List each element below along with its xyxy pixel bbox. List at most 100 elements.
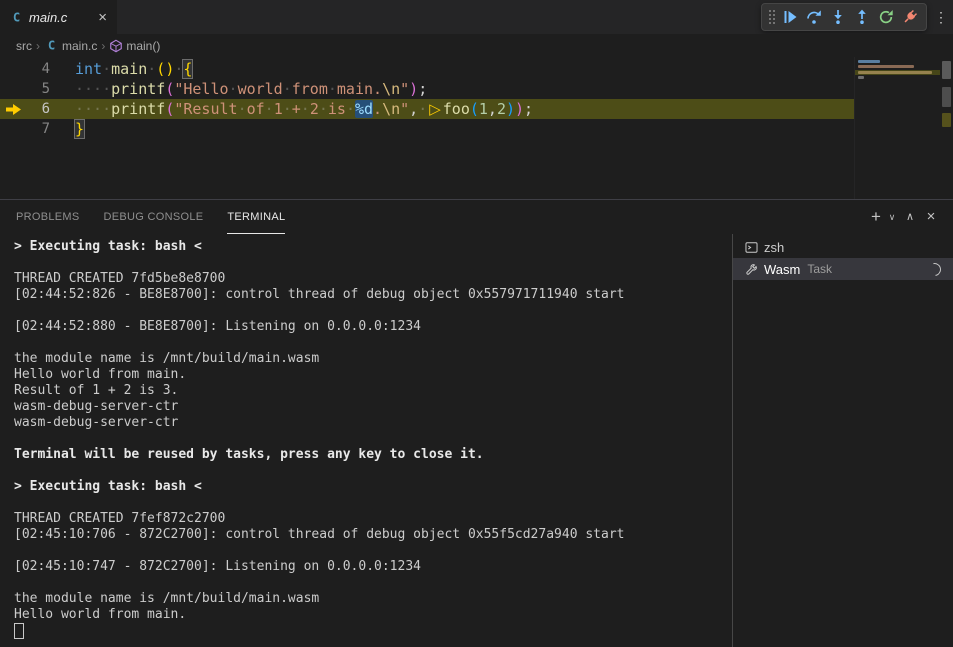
symbol-method-icon	[109, 39, 123, 53]
breadcrumb-item-main[interactable]: main()	[109, 39, 160, 53]
terminal-line: > Executing task: bash <	[14, 479, 731, 495]
breadcrumb-label: src	[16, 39, 32, 53]
c-file-icon: C	[44, 38, 59, 53]
terminal-icon	[745, 241, 758, 254]
terminal-line	[14, 543, 731, 559]
code-text: }	[50, 119, 84, 139]
terminal-line: [02:45:10:706 - 872C2700]: control threa…	[14, 527, 731, 543]
terminal-line: the module name is /mnt/build/main.wasm	[14, 351, 731, 367]
breadcrumb-label: main()	[126, 39, 160, 53]
vscode-window: C main.c × ⋮ src›Cmain.c›main() 4int·mai…	[0, 0, 953, 647]
breakpoint-gutter[interactable]	[0, 119, 26, 139]
panel-actions: +∨∧×	[867, 200, 941, 234]
disconnect-button[interactable]	[898, 5, 922, 29]
code-line-6[interactable]: 6····printf("Result·of·1·+·2·is·%d.\n",·…	[0, 99, 855, 119]
overview-ruler-mark	[942, 113, 951, 127]
code-editor[interactable]: 4int·main·()·{5····printf("Hello·world·f…	[0, 57, 953, 199]
overview-ruler-mark	[942, 87, 951, 107]
terminal-line	[14, 463, 731, 479]
overview-ruler[interactable]	[940, 57, 953, 199]
panel-tab-terminal[interactable]: TERMINAL	[227, 200, 285, 234]
terminal-list-item-zsh[interactable]: zsh	[733, 236, 953, 258]
terminal-output[interactable]: > Executing task: bash < THREAD CREATED …	[0, 239, 731, 647]
terminal-list: zsh WasmTask	[732, 234, 953, 647]
svg-text:C: C	[12, 10, 19, 24]
close-panel-button[interactable]: ×	[921, 209, 941, 225]
step-into-button[interactable]	[826, 5, 850, 29]
step-over-button[interactable]	[802, 5, 826, 29]
minimap-line	[858, 65, 914, 68]
minimap-line	[858, 71, 932, 74]
editor-lines: 4int·main·()·{5····printf("Hello·world·f…	[0, 59, 855, 139]
drag-grip-icon	[768, 8, 776, 26]
code-text: ····printf("Result·of·1·+·2·is·%d.\n",·▷…	[50, 99, 533, 119]
terminal-line: wasm-debug-server-ctr	[14, 399, 731, 415]
terminal-line	[14, 255, 731, 271]
terminal-item-label: zsh	[764, 240, 784, 255]
editor-more-actions-icon[interactable]: ⋮	[933, 9, 949, 26]
code-line-5[interactable]: 5····printf("Hello·world·from·main.\n");	[0, 79, 855, 99]
panel-tab-problems[interactable]: PROBLEMS	[16, 200, 80, 234]
line-number: 5	[26, 79, 50, 99]
breadcrumb: src›Cmain.c›main()	[0, 34, 953, 57]
terminal-line: Hello world from main.	[14, 367, 731, 383]
disconnect-icon	[902, 9, 918, 25]
minimap[interactable]	[854, 57, 940, 199]
maximize-panel-button[interactable]: ∧	[899, 209, 921, 225]
breadcrumb-label: main.c	[62, 39, 97, 53]
bottom-panel: PROBLEMS DEBUG CONSOLE TERMINAL +∨∧× > Exe…	[0, 199, 953, 647]
terminal-line	[14, 575, 731, 591]
code-line-7[interactable]: 7}	[0, 119, 855, 139]
terminal-launch-dropdown-button[interactable]: ∨	[885, 209, 899, 225]
tab-close-icon[interactable]: ×	[96, 10, 109, 25]
minimap-line	[858, 60, 880, 63]
panel-body: > Executing task: bash < THREAD CREATED …	[0, 234, 953, 647]
step-into-icon	[830, 9, 846, 25]
terminal-line: wasm-debug-server-ctr	[14, 415, 731, 431]
minimap-line	[858, 76, 864, 79]
terminal-line: [02:44:52:880 - BE8E8700]: Listening on …	[14, 319, 731, 335]
overview-ruler-mark	[942, 61, 951, 79]
terminal-line: Result of 1 + 2 is 3.	[14, 383, 731, 399]
line-number: 7	[26, 119, 50, 139]
continue-icon	[782, 9, 798, 25]
restart-button[interactable]	[874, 5, 898, 29]
line-number: 4	[26, 59, 50, 79]
terminal-line	[14, 623, 731, 639]
terminal-list-item-wasm[interactable]: WasmTask	[733, 258, 953, 280]
panel-header: PROBLEMS DEBUG CONSOLE TERMINAL +∨∧×	[0, 200, 953, 234]
tab-title: main.c	[29, 10, 96, 25]
continue-button[interactable]	[778, 5, 802, 29]
code-line-4[interactable]: 4int·main·()·{	[0, 59, 855, 79]
panel-tab-debug-console[interactable]: DEBUG CONSOLE	[104, 200, 204, 234]
panel-tabs: PROBLEMS DEBUG CONSOLE TERMINAL	[16, 200, 309, 234]
terminal-line	[14, 431, 731, 447]
breadcrumb-item-main-c[interactable]: Cmain.c	[44, 38, 97, 53]
drag-grip[interactable]	[766, 5, 778, 29]
debug-current-line-arrow[interactable]	[0, 99, 26, 119]
terminal-line: [02:45:10:747 - 872C2700]: Listening on …	[14, 559, 731, 575]
terminal-line: THREAD CREATED 7fd5be8e8700	[14, 271, 731, 287]
breakpoint-gutter[interactable]	[0, 79, 26, 99]
breadcrumb-separator: ›	[32, 39, 44, 53]
terminal-line	[14, 303, 731, 319]
breadcrumb-separator: ›	[97, 39, 109, 53]
task-running-spinner-icon	[925, 260, 943, 278]
code-text: ····printf("Hello·world·from·main.\n");	[50, 79, 427, 99]
step-over-icon	[806, 9, 822, 25]
breadcrumb-item-src[interactable]: src	[16, 39, 32, 53]
svg-text:C: C	[48, 39, 55, 53]
tab-main-c[interactable]: C main.c ×	[0, 0, 118, 34]
step-out-button[interactable]	[850, 5, 874, 29]
tools-icon	[745, 263, 758, 276]
breakpoint-gutter[interactable]	[0, 59, 26, 79]
terminal-line: [02:44:52:826 - BE8E8700]: control threa…	[14, 287, 731, 303]
code-text: int·main·()·{	[50, 59, 192, 79]
debug-toolbar	[761, 3, 927, 31]
terminal-line: THREAD CREATED 7fef872c2700	[14, 511, 731, 527]
step-out-icon	[854, 9, 870, 25]
terminal-line: > Executing task: bash <	[14, 239, 731, 255]
terminal-line	[14, 335, 731, 351]
new-terminal-button[interactable]: +	[867, 209, 885, 225]
editor-tab-bar: C main.c × ⋮	[0, 0, 953, 34]
